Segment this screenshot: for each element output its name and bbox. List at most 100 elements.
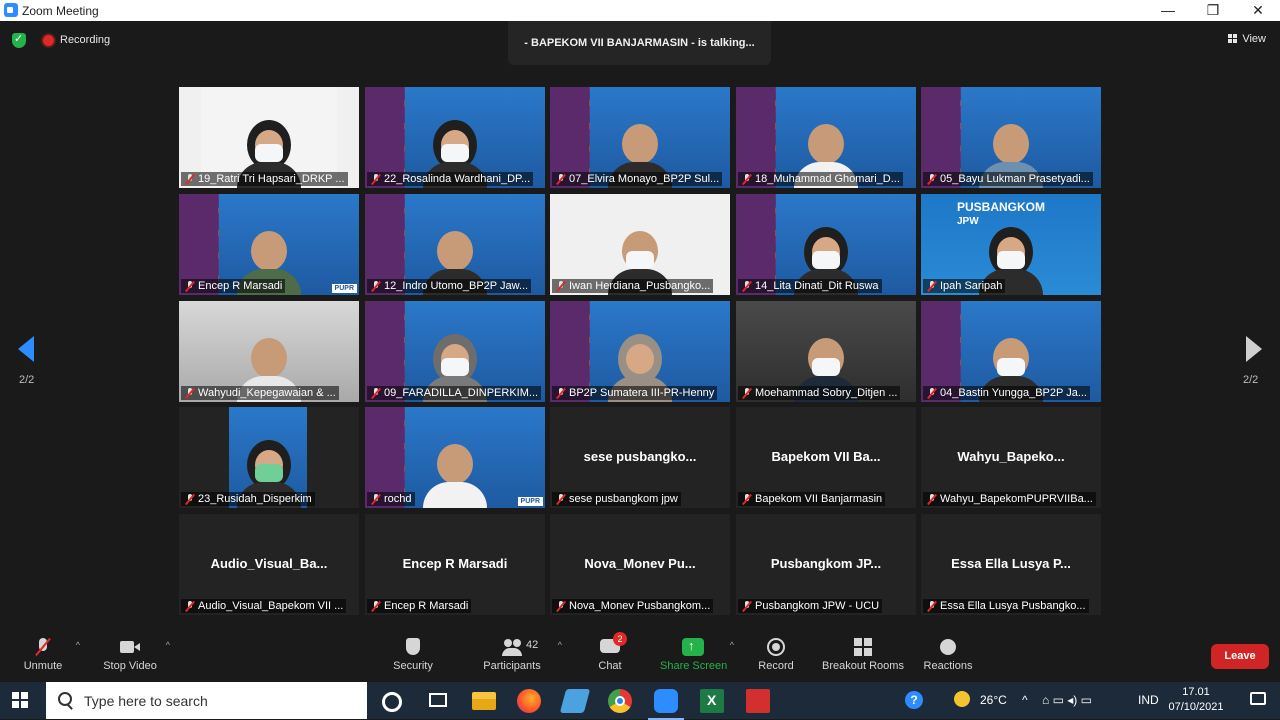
taskbar-search[interactable]: [46, 682, 367, 719]
video-tile[interactable]: Moehammad Sobry_Ditjen ...: [736, 301, 916, 402]
reactions-label: Reactions: [923, 660, 973, 672]
muted-mic-icon: [742, 601, 752, 611]
excel-icon[interactable]: [700, 689, 724, 713]
cortana-icon[interactable]: [382, 692, 402, 712]
participants-count: 42: [526, 639, 539, 651]
participant-name: Pusbangkom JPW - UCU: [738, 599, 883, 613]
security-button[interactable]: Security: [390, 628, 436, 682]
page-indicator-right: 2/2: [1243, 374, 1259, 386]
unmute-button[interactable]: Unmute ^: [20, 628, 80, 682]
restore-button[interactable]: ❐: [1191, 1, 1235, 20]
notifications-icon[interactable]: [1250, 692, 1266, 705]
muted-mic-icon: [927, 388, 937, 398]
firefox-icon[interactable]: [517, 689, 541, 713]
video-tile[interactable]: Essa Ella Lusya P... Essa Ella Lusya Pus…: [921, 514, 1101, 615]
video-tile[interactable]: sese pusbangko... sese pusbangkom jpw: [550, 407, 730, 508]
muted-mic-icon: [927, 601, 937, 611]
chat-button[interactable]: 2 Chat: [594, 628, 627, 682]
chrome-icon[interactable]: [608, 689, 632, 713]
video-tile[interactable]: Bapekom VII Ba... Bapekom VII Banjarmasi…: [736, 407, 916, 508]
video-tile[interactable]: 07_Elvira Monayo_BP2P Sul...: [550, 87, 730, 188]
video-tile[interactable]: BP2P Sumatera III-PR-Henny: [550, 301, 730, 402]
notes-app-icon[interactable]: [559, 689, 591, 713]
participant-name: Essa Ella Lusya Pusbangko...: [923, 599, 1089, 613]
muted-mic-icon: [556, 601, 566, 611]
recording-icon[interactable]: [43, 35, 54, 46]
participant-name: Audio_Visual_Bapekom VII ...: [181, 599, 347, 613]
video-tile[interactable]: 09_FARADILLA_DINPERKIM...: [365, 301, 545, 402]
muted-mic-icon: [742, 281, 752, 291]
input-language[interactable]: IND: [1138, 682, 1159, 719]
video-tile[interactable]: Audio_Visual_Ba... Audio_Visual_Bapekom …: [179, 514, 359, 615]
video-tile[interactable]: Nova_Monev Pu... Nova_Monev Pusbangkom..…: [550, 514, 730, 615]
view-label: View: [1242, 33, 1266, 45]
video-tile[interactable]: Encep R Marsadi Encep R Marsadi: [365, 514, 545, 615]
taskbar-search-input[interactable]: [82, 690, 356, 712]
participant-name: 12_Indro Utomo_BP2P Jaw...: [367, 279, 532, 293]
video-tile[interactable]: PUPR Encep R Marsadi: [179, 194, 359, 295]
clock-time: 17.01: [1182, 686, 1210, 698]
video-tile[interactable]: PUSBANGKOM JPW Ipah Saripah: [921, 194, 1101, 295]
muted-mic-icon: [371, 174, 381, 184]
video-tile[interactable]: PUPR rochd: [365, 407, 545, 508]
camera-icon: [120, 638, 140, 656]
zoom-taskbar-icon[interactable]: [648, 689, 684, 720]
unmute-label: Unmute: [23, 660, 63, 672]
video-tile[interactable]: 23_Rusidah_Disperkim: [179, 407, 359, 508]
video-tile[interactable]: 22_Rosalinda Wardhani_DP...: [365, 87, 545, 188]
video-tile[interactable]: 18_Muhammad Ghomari_D...: [736, 87, 916, 188]
stop-video-button[interactable]: Stop Video ^: [100, 628, 170, 682]
participant-display-name: Wahyu_Bapeko...: [957, 449, 1065, 464]
weather-icon[interactable]: [954, 691, 970, 707]
participants-options-chevron-icon[interactable]: ^: [558, 640, 562, 650]
reactions-button[interactable]: Reactions: [922, 628, 974, 682]
file-explorer-icon[interactable]: [472, 692, 496, 710]
close-button[interactable]: ✕: [1236, 1, 1280, 20]
task-view-icon[interactable]: [426, 689, 450, 713]
share-options-chevron-icon[interactable]: ^: [730, 640, 734, 650]
clock[interactable]: 17.01 07/10/2021: [1166, 685, 1226, 715]
video-options-chevron-icon[interactable]: ^: [166, 640, 170, 650]
help-icon[interactable]: ?: [905, 691, 923, 709]
temperature[interactable]: 26°C: [980, 682, 1007, 719]
zoom-app-icon: [4, 3, 18, 17]
video-tile[interactable]: Pusbangkom JP... Pusbangkom JPW - UCU: [736, 514, 916, 615]
participants-button[interactable]: 42 Participants ^: [482, 628, 562, 682]
previous-page-arrow-icon[interactable]: [18, 336, 34, 362]
audio-options-chevron-icon[interactable]: ^: [76, 640, 80, 650]
record-button[interactable]: Record: [756, 628, 796, 682]
muted-mic-icon: [371, 494, 381, 504]
video-tile[interactable]: 12_Indro Utomo_BP2P Jaw...: [365, 194, 545, 295]
breakout-rooms-icon: [853, 638, 873, 656]
participant-name: 19_Ratri Tri Hapsari_DRKP ...: [181, 172, 348, 186]
participant-name: 18_Muhammad Ghomari_D...: [738, 172, 903, 186]
tray-chevron-icon[interactable]: ^: [1022, 682, 1028, 719]
share-screen-button[interactable]: Share Screen ^: [660, 628, 734, 682]
minimize-button[interactable]: —: [1146, 1, 1190, 20]
muted-mic-icon: [185, 601, 195, 611]
video-tile[interactable]: Wahyu_Bapeko... Wahyu_BapekomPUPRVIIBa..…: [921, 407, 1101, 508]
video-tile[interactable]: Iwan Herdiana_Pusbangko...: [550, 194, 730, 295]
view-button[interactable]: View: [1228, 33, 1266, 45]
recording-label[interactable]: Recording: [60, 34, 110, 46]
tray-icons[interactable]: ⌂ ▭ ◂) ▭: [1042, 682, 1092, 719]
muted-mic-icon: [371, 601, 381, 611]
participant-display-name: Essa Ella Lusya P...: [951, 556, 1071, 571]
breakout-rooms-button[interactable]: Breakout Rooms: [820, 628, 906, 682]
muted-mic-icon: [185, 388, 195, 398]
participant-display-name: Nova_Monev Pu...: [584, 556, 696, 571]
muted-mic-icon: [185, 174, 195, 184]
video-tile[interactable]: Wahyudi_Kepegawaian & ...: [179, 301, 359, 402]
video-tile[interactable]: 04_Bastin Yungga_BP2P Ja...: [921, 301, 1101, 402]
video-tile[interactable]: 19_Ratri Tri Hapsari_DRKP ...: [179, 87, 359, 188]
video-tile[interactable]: 05_Bayu Lukman Prasetyadi...: [921, 87, 1101, 188]
next-page-arrow-icon[interactable]: [1246, 336, 1262, 362]
participant-video: [423, 438, 487, 508]
security-shield-icon[interactable]: [12, 32, 26, 48]
video-tile[interactable]: 14_Lita Dinati_Dit Ruswa: [736, 194, 916, 295]
acrobat-icon[interactable]: [746, 689, 770, 713]
windows-start-icon[interactable]: [12, 692, 28, 708]
pupr-logo: PUPR: [331, 284, 357, 293]
participant-name: Bapekom VII Banjarmasin: [738, 492, 886, 506]
leave-button[interactable]: Leave: [1211, 644, 1269, 669]
